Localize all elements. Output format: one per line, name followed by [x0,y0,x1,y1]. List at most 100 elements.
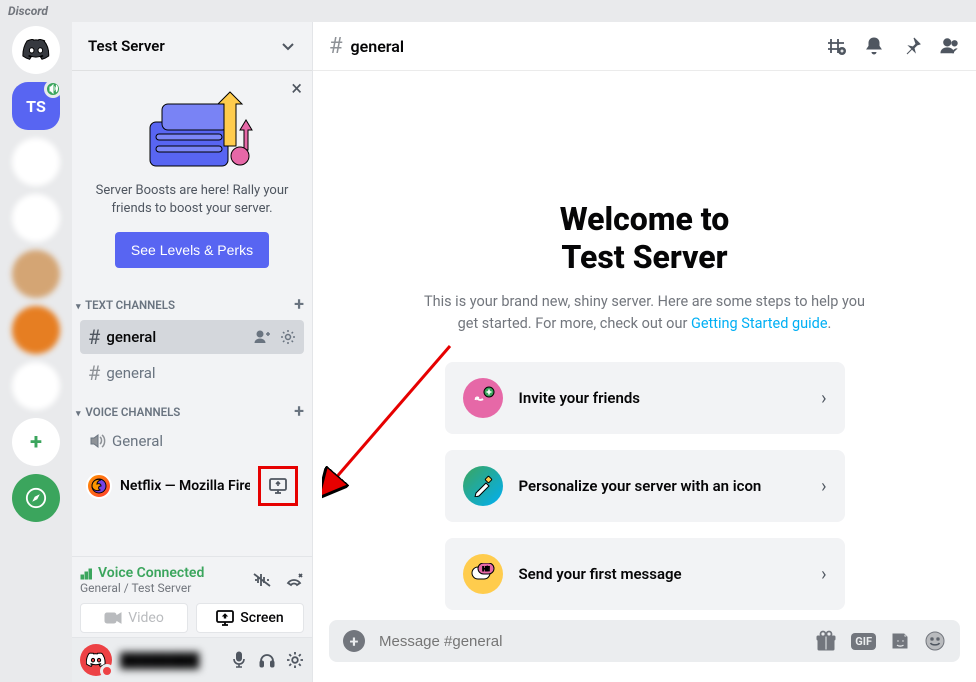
voice-state-label: Voice Connected [98,565,204,581]
server-initials: TS [26,97,46,116]
add-channel-icon[interactable]: + [294,401,304,422]
speaker-icon [88,432,106,450]
welcome-heading: Welcome to Test Server [560,200,730,277]
welcome-screen: Welcome to Test Server This is your bran… [313,70,976,620]
chevron-down-icon: ▾ [76,409,81,419]
stream-window-item[interactable]: Netflix — Mozilla Firefox [80,460,304,512]
discord-logo-icon [22,39,50,61]
channel-header: # general [313,22,976,70]
server-item[interactable] [12,138,60,186]
video-icon [104,611,122,625]
home-server[interactable] [12,26,60,74]
gif-button[interactable]: GIF [851,633,876,650]
voice-connection-status[interactable]: Voice Connected [80,565,204,581]
gear-icon[interactable] [280,329,296,345]
main-content: # general Welcome to Test Server This is… [312,22,976,682]
server-item[interactable] [12,362,60,410]
members-icon[interactable] [940,36,960,56]
gift-icon[interactable] [815,630,837,652]
server-item[interactable] [12,194,60,242]
add-channel-icon[interactable]: + [294,294,304,315]
channel-sidebar: Test Server × Server Boosts are here! Ra… [72,22,312,682]
text-channel-general-2[interactable]: # general [80,356,304,390]
card-invite-friends[interactable]: Invite your friends › [445,362,845,434]
svg-text:Hi!: Hi! [482,566,490,573]
text-channels-label: TEXT CHANNELS [85,298,175,312]
settings-gear-icon[interactable] [286,651,304,669]
chevron-down-icon: ▾ [76,302,81,312]
compass-icon [25,487,47,509]
welcome-subtext: This is your brand new, shiny server. He… [415,291,875,335]
server-header[interactable]: Test Server [72,22,312,70]
hash-icon: # [88,325,100,349]
annotation-highlight [258,466,298,506]
voice-channels-header[interactable]: ▾ VOICE CHANNELS + [72,391,312,426]
chevron-right-icon: › [821,564,826,585]
boost-illustration [84,86,300,172]
chevron-right-icon: › [821,476,826,497]
chevron-down-icon [280,38,296,54]
noise-suppression-icon[interactable] [252,570,272,590]
emoji-icon[interactable] [924,630,946,652]
screen-label: Screen [240,610,283,626]
threads-icon[interactable] [826,36,846,56]
boost-promo: × Server Boosts are here! Rally your fri… [72,70,312,284]
app-brand: Discord [0,0,976,22]
add-server-button[interactable]: + [12,418,60,466]
stream-screen-button[interactable] [263,471,293,501]
headphones-icon[interactable] [258,651,276,669]
notifications-icon[interactable] [864,36,884,56]
server-list: TS + [0,22,72,682]
screen-button[interactable]: Screen [196,603,304,633]
text-channels-header[interactable]: ▾ TEXT CHANNELS + [72,284,312,319]
voice-indicator-icon [44,80,62,98]
card-label: Invite your friends [519,389,806,407]
card-label: Personalize your server with an icon [519,477,806,495]
voice-channels-label: VOICE CHANNELS [85,405,180,419]
attach-button[interactable]: + [343,630,365,652]
paint-card-icon [463,466,503,506]
username: ████████ [120,652,222,669]
explore-servers-button[interactable] [12,474,60,522]
server-test-server[interactable]: TS [12,82,60,130]
voice-channel-label: General / Test Server [80,581,204,595]
mic-icon[interactable] [230,651,248,669]
message-input[interactable] [379,633,801,650]
getting-started-link[interactable]: Getting Started guide [691,315,828,332]
close-icon[interactable]: × [291,76,302,100]
screen-share-icon [268,477,288,495]
hash-icon: # [329,34,343,59]
disconnect-icon[interactable] [284,570,304,590]
video-label: Video [128,610,164,626]
voice-panel: Voice Connected General / Test Server Vi… [72,556,312,637]
boost-levels-button[interactable]: See Levels & Perks [115,232,269,268]
card-send-message[interactable]: Hi! Send your first message › [445,538,845,610]
firefox-icon [86,473,112,499]
user-avatar[interactable] [80,644,112,676]
invite-icon[interactable] [254,329,270,345]
card-personalize-icon[interactable]: Personalize your server with an icon › [445,450,845,522]
text-channel-general[interactable]: # general [80,320,304,354]
channel-title: general [351,37,405,56]
server-item[interactable] [12,306,60,354]
server-name: Test Server [88,37,165,55]
video-button[interactable]: Video [80,603,188,633]
voice-channel-general[interactable]: General [80,427,304,455]
card-label: Send your first message [519,565,806,583]
pinned-icon[interactable] [902,36,922,56]
screen-icon [216,610,234,626]
signal-icon [80,566,94,580]
stream-title: Netflix — Mozilla Firefox [120,478,250,494]
server-item[interactable] [12,250,60,298]
channel-name: General [112,432,163,450]
sticker-icon[interactable] [890,631,910,651]
invite-card-icon [463,378,503,418]
channel-name: general [106,364,155,382]
status-dnd-icon [100,664,114,678]
channel-name: general [106,328,156,346]
hash-icon: # [88,361,100,385]
message-card-icon: Hi! [463,554,503,594]
message-composer[interactable]: + GIF [329,620,960,662]
plus-icon: + [30,430,42,455]
chevron-right-icon: › [821,388,826,409]
